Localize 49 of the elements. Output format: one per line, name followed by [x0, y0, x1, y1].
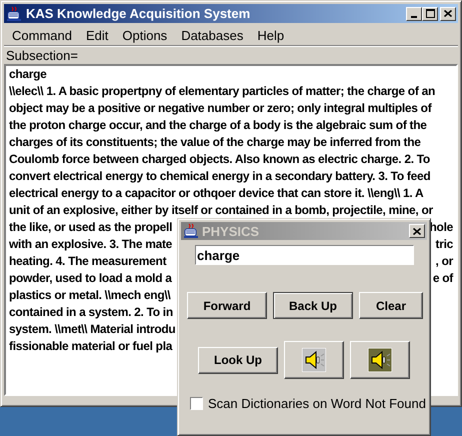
definition-line: Coulomb force between charged objects. Also known as electric charge. 2. To — [9, 151, 430, 168]
dialog-title: PHYSICS — [202, 224, 260, 238]
headword: charge — [9, 66, 48, 83]
definition-line: system. \\met\\ Material introdu — [9, 321, 176, 338]
dialog-button[interactable]: Back Up — [273, 292, 353, 319]
app-icon — [6, 6, 22, 22]
definition-line: contained in a system. 2. To in — [9, 304, 173, 321]
dialog-button[interactable]: Look Up — [198, 346, 278, 374]
definition-line: object may be a positive or negative number or zero; only integral multiples of — [9, 100, 432, 117]
definition-line: the proton charge occur, and the charge of a body is the algebraic sum of the — [9, 117, 427, 134]
close-icon — [444, 10, 452, 17]
dialog-button[interactable]: Forward — [187, 292, 267, 319]
definition-line: powder, used to load a mold a — [9, 270, 172, 287]
window-title: KAS Knowledge Acquisition System — [26, 6, 252, 21]
definition-line: e of — [432, 270, 453, 287]
definition-line: electrical energy to a capacitor or othqoer device that can store it. \\eng\\ 1. A — [9, 185, 424, 202]
speaker-button[interactable] — [284, 341, 344, 379]
speaker-icon — [302, 348, 326, 372]
definition-line: unit of an explosive, either by itself or contained in a bomb, projectile, mine, or — [9, 202, 433, 219]
menu-item[interactable]: Command — [6, 28, 78, 42]
definition-line: , or — [436, 253, 453, 270]
menu-item[interactable]: Edit — [80, 28, 114, 42]
definition-line: the like, or used as the propell — [9, 219, 172, 236]
definition-line: \\elec\\ 1. A basic propertpny of elementary particles of matter; the charge of an — [9, 83, 435, 100]
close-button[interactable] — [409, 224, 425, 238]
definition-line: heating. 4. The measurement — [9, 253, 166, 270]
minimize-button[interactable] — [406, 6, 422, 20]
speaker-icon — [368, 348, 392, 372]
close-icon — [413, 228, 421, 234]
definition-line: tric — [436, 236, 453, 253]
app-icon — [183, 223, 199, 239]
search-field[interactable]: charge — [195, 245, 414, 265]
definition-line: plastics or metal. \\mech eng\\ — [9, 287, 170, 304]
menu-item[interactable]: Help — [251, 28, 290, 42]
minimize-icon — [411, 16, 417, 18]
close-button[interactable] — [440, 6, 456, 20]
maximize-button[interactable] — [422, 6, 438, 20]
maximize-icon — [426, 9, 434, 18]
definition-line: with an explosive. 3. The mate — [9, 236, 172, 253]
dialog-button[interactable]: Clear — [359, 292, 423, 319]
checkbox-label: Scan Dictionaries on Word Not Found — [208, 396, 426, 411]
checkbox[interactable] — [190, 397, 203, 410]
speaker-button[interactable] — [350, 341, 410, 379]
definition-line: charges of its constituents; the value of the charge may be inferred from the — [9, 134, 421, 151]
subsection-label: Subsection= — [6, 48, 78, 63]
definition-line: convert electrical energy to chemical energy in a secondary battery. 3. To feed — [9, 168, 430, 185]
menu-item[interactable]: Databases — [175, 28, 250, 42]
definition-line: fissionable material or fuel pla — [9, 338, 172, 355]
menu-item[interactable]: Options — [116, 28, 174, 42]
